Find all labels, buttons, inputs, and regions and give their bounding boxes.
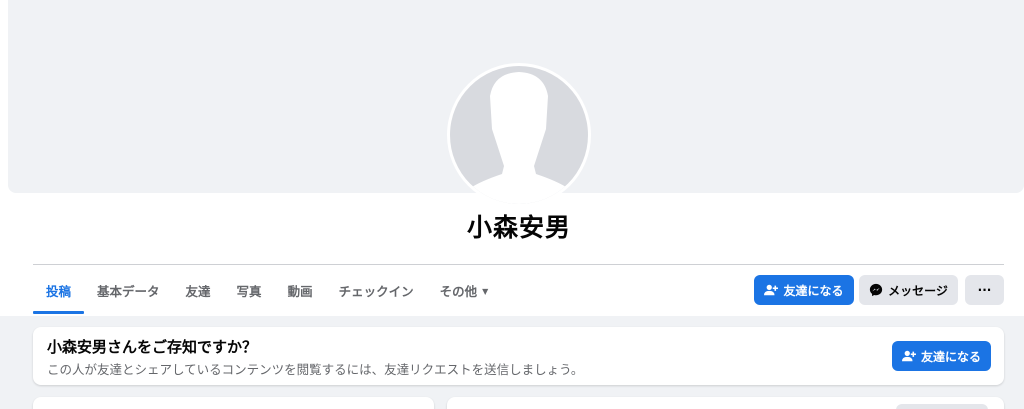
tab-label: 投稿 [46, 283, 72, 299]
message-label: メッセージ [888, 283, 948, 298]
messenger-icon [869, 283, 883, 297]
card-title: 小森安男さんをご存知ですか？ [47, 338, 258, 356]
tab-label: 基本データ [97, 283, 160, 299]
do-you-know-card: 小森安男さんをご存知ですか？ この人が友達とシェアしているコンテンツを閲覧するに… [33, 327, 1004, 385]
add-friend-label: 友達になる [783, 283, 844, 298]
tab-label: 写真 [236, 283, 262, 299]
filter-button-placeholder[interactable] [896, 404, 988, 409]
tab-about[interactable]: 基本データ [84, 266, 173, 314]
tab-label: 動画 [287, 283, 313, 299]
tab-photos[interactable]: 写真 [224, 266, 275, 314]
card-subtitle: この人が友達とシェアしているコンテンツを閲覧するには、友達リクエストを送信しまし… [47, 362, 584, 377]
tab-more[interactable]: その他 ▼ [427, 266, 502, 314]
profile-tabs: 投稿 基本データ 友達 写真 動画 チェックイン その他 ▼ [33, 266, 501, 314]
message-button[interactable]: メッセージ [859, 275, 958, 305]
intro-card [33, 397, 434, 409]
profile-name: 小森安男 [466, 213, 571, 242]
add-friend-button[interactable]: 友達になる [754, 275, 854, 305]
person-plus-icon [901, 349, 916, 363]
default-avatar-silhouette-icon [450, 66, 588, 204]
tab-check-ins[interactable]: チェックイン [326, 266, 427, 314]
more-options-label: ··· [977, 283, 992, 297]
more-options-button[interactable]: ··· [965, 275, 1004, 305]
tab-label: チェックイン [338, 283, 414, 299]
caret-down-icon: ▼ [482, 286, 489, 296]
tab-friends[interactable]: 友達 [173, 266, 224, 314]
tab-posts[interactable]: 投稿 [33, 266, 85, 314]
tab-label: 友達 [185, 283, 211, 299]
person-plus-icon [764, 283, 779, 297]
profile-picture[interactable] [447, 63, 591, 207]
tab-videos[interactable]: 動画 [275, 266, 326, 314]
card-add-friend-label: 友達になる [920, 349, 981, 364]
tab-label: その他 [439, 283, 478, 299]
card-add-friend-button[interactable]: 友達になる [892, 341, 991, 371]
header-divider [33, 264, 1004, 265]
